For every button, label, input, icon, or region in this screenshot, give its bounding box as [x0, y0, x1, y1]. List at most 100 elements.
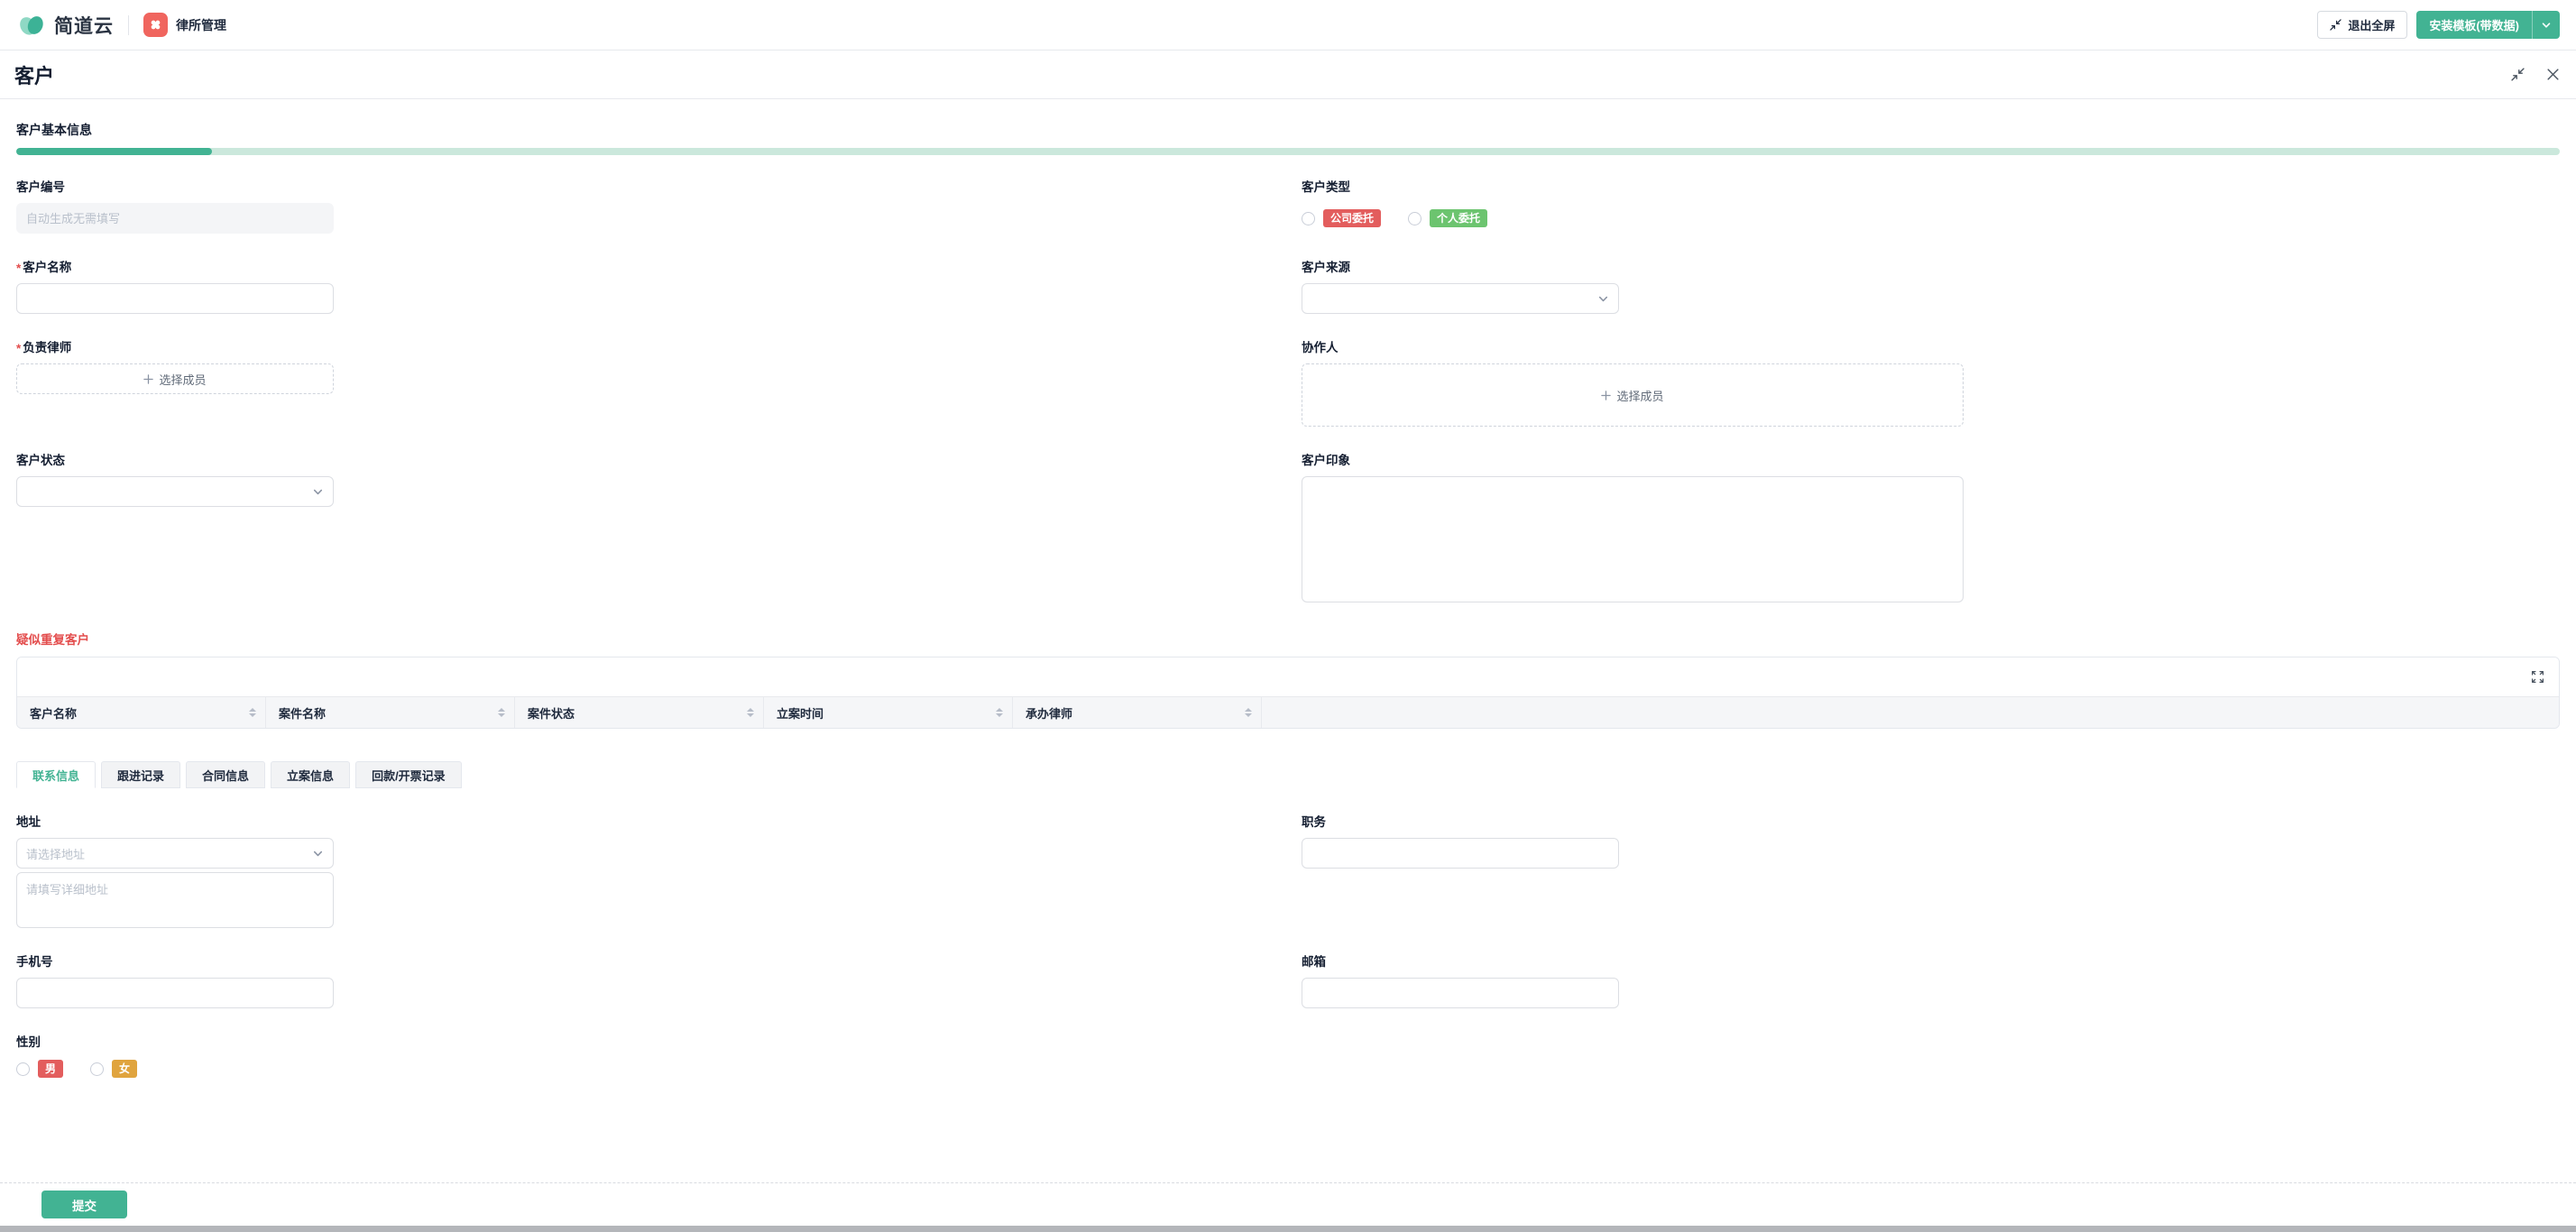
tab-follow-up-records[interactable]: 跟进记录 [101, 761, 180, 788]
customer-no-input[interactable] [16, 203, 334, 234]
responsible-lawyer-select-member-button[interactable]: 选择成员 [16, 363, 334, 394]
install-template-caret-button[interactable] [2532, 11, 2560, 39]
field-address: 地址 请选择地址 [16, 814, 2560, 928]
customer-status-select[interactable] [16, 476, 334, 507]
tab-payment-invoice-records[interactable]: 回款/开票记录 [355, 761, 462, 788]
field-customer-name: * 客户名称 [16, 259, 2560, 314]
customer-type-company-badge: 公司委托 [1323, 209, 1381, 227]
gender-female-badge: 女 [112, 1060, 137, 1078]
table-expand-button[interactable] [2529, 668, 2546, 685]
field-responsible-lawyer: * 负责律师 选择成员 [16, 339, 2560, 394]
customer-name-label: * 客户名称 [16, 259, 2560, 276]
address-select[interactable]: 请选择地址 [16, 838, 334, 869]
app-name: 律所管理 [176, 16, 226, 34]
customer-no-label: 客户编号 [16, 179, 2560, 196]
field-mobile: 手机号 [16, 953, 2560, 1008]
customer-status-label: 客户状态 [16, 452, 2560, 469]
expand-icon [2531, 670, 2544, 684]
plus-icon [143, 374, 153, 384]
jiandaoyun-logo-icon [16, 10, 47, 41]
radio-icon[interactable] [16, 1062, 30, 1076]
form-panel: 客户 客户基本信息 客户编 [0, 51, 2576, 1083]
gender-label: 性别 [16, 1034, 2560, 1051]
field-customer-status: 客户状态 [16, 452, 2560, 507]
customer-type-option-personal[interactable]: 个人委托 [1408, 209, 1487, 227]
duplicate-customer-title: 疑似重复客户 [16, 630, 2560, 648]
topbar: 简道云 律所管理 退出全屏 安装模板(带数据) [0, 0, 2576, 51]
panel-header: 客户 [0, 51, 2576, 99]
required-mark: * [16, 260, 21, 277]
exit-fullscreen-label: 退出全屏 [2348, 16, 2395, 33]
table-header-customer-name[interactable]: 客户名称 [17, 697, 266, 728]
address-detail-textarea[interactable] [16, 872, 334, 928]
section-title: 客户基本信息 [16, 121, 2560, 139]
submit-button[interactable]: 提交 [41, 1191, 127, 1218]
customer-name-input[interactable] [16, 283, 334, 314]
radio-icon[interactable] [1408, 212, 1421, 225]
app-switcher[interactable]: 律所管理 [143, 13, 226, 37]
sort-icon[interactable] [996, 708, 1003, 717]
app-puzzle-icon [143, 13, 168, 37]
plus-icon [1601, 391, 1611, 400]
position-input[interactable] [1302, 838, 1619, 869]
customer-type-personal-badge: 个人委托 [1430, 209, 1487, 227]
page-title: 客户 [14, 60, 54, 89]
collaborators-select-member-button[interactable]: 选择成员 [1302, 363, 1964, 427]
collaborators-label: 协作人 [1302, 339, 1964, 356]
tab-filing-info[interactable]: 立案信息 [271, 761, 350, 788]
gender-male-badge: 男 [38, 1060, 63, 1078]
gender-option-male[interactable]: 男 [16, 1060, 63, 1078]
duplicate-customer-table: 客户名称 案件名称 案件状态 立案时间 [16, 657, 2560, 729]
brand-divider [128, 15, 129, 35]
brand: 简道云 [16, 10, 114, 41]
field-collaborators: 协作人 选择成员 [1302, 339, 1964, 427]
duplicate-customer-section: 疑似重复客户 客户名称 [16, 630, 2560, 729]
sort-icon[interactable] [1245, 708, 1252, 717]
field-customer-impression: 客户印象 [1302, 452, 1964, 602]
email-label: 邮箱 [1302, 953, 1619, 970]
radio-icon[interactable] [90, 1062, 104, 1076]
chevron-down-icon [1597, 293, 1609, 305]
customer-type-label: 客户类型 [1302, 179, 1487, 196]
tab-contact-info[interactable]: 联系信息 [16, 761, 96, 788]
field-email: 邮箱 [1302, 953, 1619, 1008]
table-header-handling-lawyer[interactable]: 承办律师 [1013, 697, 1262, 728]
field-customer-type: 客户类型 公司委托 个人委托 [1302, 179, 1487, 234]
bottom-strip [0, 1226, 2576, 1232]
install-template-split-button: 安装模板(带数据) [2416, 11, 2560, 39]
gender-option-female[interactable]: 女 [90, 1060, 137, 1078]
sort-icon[interactable] [498, 708, 505, 717]
radio-icon[interactable] [1302, 212, 1315, 225]
sort-icon[interactable] [249, 708, 256, 717]
customer-impression-textarea[interactable] [1302, 476, 1964, 602]
chevron-down-icon [312, 848, 324, 860]
customer-type-option-company[interactable]: 公司委托 [1302, 209, 1381, 227]
field-position: 职务 [1302, 814, 1619, 869]
table-header-case-name[interactable]: 案件名称 [266, 697, 515, 728]
section-progress-fill [16, 148, 212, 155]
install-template-button[interactable]: 安装模板(带数据) [2416, 11, 2532, 39]
table-header-filing-date[interactable]: 立案时间 [764, 697, 1013, 728]
tab-bar: 联系信息 跟进记录 合同信息 立案信息 回款/开票记录 [16, 761, 2560, 788]
close-panel-button[interactable] [2544, 66, 2562, 83]
topbar-actions: 退出全屏 安装模板(带数据) [2317, 11, 2560, 39]
mobile-input[interactable] [16, 978, 334, 1008]
section-progress-bar [16, 148, 2560, 155]
position-label: 职务 [1302, 814, 1619, 831]
mobile-label: 手机号 [16, 953, 2560, 970]
required-mark: * [16, 340, 21, 357]
exit-fullscreen-button[interactable]: 退出全屏 [2317, 11, 2407, 39]
email-input[interactable] [1302, 978, 1619, 1008]
collapse-panel-button[interactable] [2509, 66, 2526, 83]
customer-source-select[interactable] [1302, 283, 1619, 314]
brand-name: 简道云 [54, 12, 114, 39]
table-header-case-status[interactable]: 案件状态 [515, 697, 764, 728]
field-customer-no: 客户编号 [16, 179, 2560, 234]
exit-fullscreen-icon [2330, 19, 2341, 31]
table-header-row: 客户名称 案件名称 案件状态 立案时间 [17, 696, 2559, 728]
field-gender: 性别 男 女 [16, 1034, 2560, 1080]
tab-contract-info[interactable]: 合同信息 [186, 761, 265, 788]
field-customer-source: 客户来源 [1302, 259, 1619, 314]
sort-icon[interactable] [747, 708, 754, 717]
table-header-empty [1262, 697, 2559, 728]
